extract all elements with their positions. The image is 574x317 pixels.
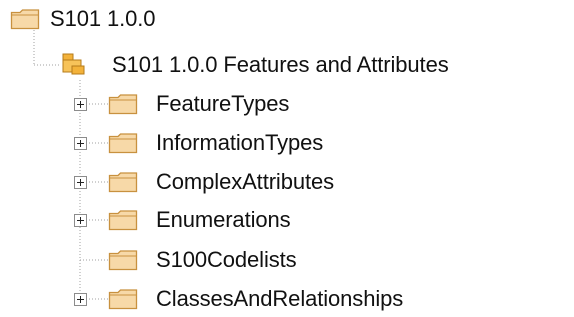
expand-toggle-icon[interactable] [74,293,87,306]
tree-node-label: ComplexAttributes [156,169,335,194]
tree-node-label: FeatureTypes [156,91,290,116]
tree-node-informationtypes[interactable]: InformationTypes [74,128,323,158]
tree-node-package[interactable]: S101 1.0.0 Features and Attributes [62,50,449,80]
tree-node-label: S100Codelists [156,247,297,272]
tree-node-label: ClassesAndRelationships [156,286,404,311]
tree-node-root[interactable]: S101 1.0.0 [10,4,156,34]
tree-node-featuretypes[interactable]: FeatureTypes [74,89,289,119]
folder-icon [108,93,138,115]
expand-toggle-icon[interactable] [74,137,87,150]
tree-node-label: InformationTypes [156,130,324,155]
tree-node-enumerations[interactable]: Enumerations [74,205,291,235]
tree-node-complexattributes[interactable]: ComplexAttributes [74,167,334,197]
expand-toggle-icon[interactable] [74,176,87,189]
folder-icon [108,209,138,231]
folder-icon [108,288,138,310]
tree-node-label: Enumerations [156,207,291,232]
package-icon [62,53,92,77]
expand-toggle-icon[interactable] [74,214,87,227]
folder-icon [10,8,40,30]
tree-node-label: S101 1.0.0 Features and Attributes [112,52,449,77]
tree-node-s100codelists[interactable]: S100Codelists [74,245,297,275]
expand-toggle-icon[interactable] [74,98,87,111]
model-browser-tree: S101 1.0.0 S101 1.0.0 Features and Attri… [0,0,574,317]
tree-node-label: S101 1.0.0 [50,6,156,31]
folder-icon [108,171,138,193]
folder-icon [108,132,138,154]
folder-icon [108,249,138,271]
tree-node-classesandrelationships[interactable]: ClassesAndRelationships [74,284,403,314]
